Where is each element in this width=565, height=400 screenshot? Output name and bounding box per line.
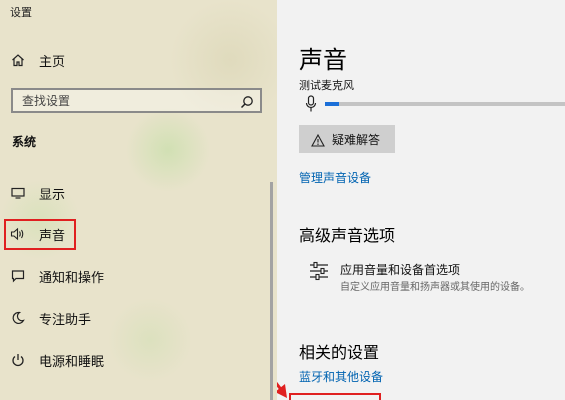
monitor-icon	[10, 185, 26, 201]
app-volume-preferences-desc: 自定义应用音量和扬声器或其使用的设备。	[340, 282, 530, 293]
manage-sound-devices-link[interactable]: 管理声音设备	[299, 169, 371, 186]
sliders-icon[interactable]	[309, 261, 329, 285]
microphone-icon	[305, 95, 317, 117]
sidebar: 设置 主页 系统 显示 声音 通知和操作 专注助手	[0, 0, 277, 400]
section-label-system: 系统	[12, 135, 37, 149]
sidebar-item-display[interactable]: 显示	[0, 176, 262, 210]
power-icon	[10, 352, 26, 368]
mic-test-label: 测试麦克风	[299, 79, 354, 92]
notification-icon	[10, 268, 26, 284]
sidebar-item-label: 显示	[39, 187, 66, 203]
home-icon	[10, 52, 26, 68]
sidebar-scrollbar[interactable]	[270, 182, 273, 400]
warning-icon	[311, 132, 325, 151]
sidebar-item-notifications[interactable]: 通知和操作	[0, 259, 262, 293]
sidebar-item-power-sleep[interactable]: 电源和睡眠	[0, 343, 262, 377]
mic-level-track	[325, 102, 565, 106]
sidebar-item-focus-assist[interactable]: 专注助手	[0, 301, 262, 335]
sidebar-item-label: 专注助手	[39, 312, 92, 328]
window-title: 设置	[10, 6, 32, 19]
sidebar-item-home[interactable]: 主页	[0, 43, 262, 77]
search-input[interactable]	[22, 92, 222, 109]
app-volume-preferences-link[interactable]: 应用音量和设备首选项	[340, 261, 460, 278]
related-settings-heading: 相关的设置	[299, 343, 380, 362]
search-icon[interactable]	[240, 94, 254, 113]
troubleshoot-button[interactable]: 疑难解答	[299, 125, 395, 153]
advanced-sound-heading: 高级声音选项	[299, 226, 396, 245]
search-box[interactable]	[11, 88, 262, 113]
sidebar-item-label: 电源和睡眠	[39, 354, 105, 370]
troubleshoot-label: 疑难解答	[332, 133, 381, 147]
moon-icon	[10, 310, 26, 326]
sidebar-item-label: 通知和操作	[39, 270, 105, 286]
page-title: 声音	[299, 46, 347, 74]
sidebar-item-label: 主页	[39, 54, 66, 70]
bluetooth-devices-link[interactable]: 蓝牙和其他设备	[299, 368, 383, 385]
highlight-box	[289, 393, 381, 400]
mic-level-fill	[325, 102, 339, 106]
selection-highlight-box	[4, 219, 76, 250]
main-content: 声音 测试麦克风 疑难解答 管理声音设备 高级声音选项 应用音量和设备首选项 自…	[277, 0, 565, 400]
